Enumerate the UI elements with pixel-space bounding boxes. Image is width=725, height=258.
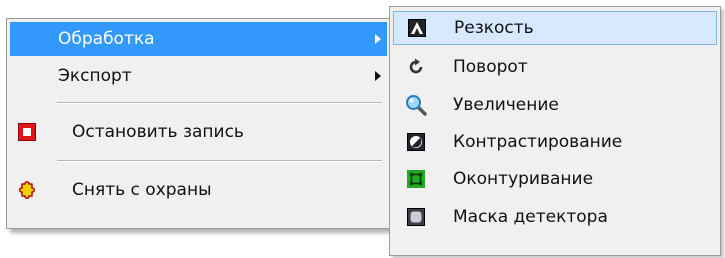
menu-separator <box>57 160 382 162</box>
menu-item-stop-recording-label: Остановить запись <box>72 122 244 142</box>
menu-item-export[interactable]: Экспорт <box>10 59 387 93</box>
submenu-item-rotate[interactable]: Поворот <box>393 49 717 85</box>
submenu-item-zoom-label: Увеличение <box>453 95 559 115</box>
submenu-item-contour-label: Оконтуривание <box>453 169 594 189</box>
submenu-item-sharpness-label: Резкость <box>454 18 534 38</box>
menu-item-stop-recording[interactable]: Остановить запись <box>10 112 387 152</box>
submenu-item-contrast[interactable]: Контрастирование <box>393 124 717 160</box>
stop-record-icon <box>16 121 38 143</box>
submenu-item-rotate-label: Поворот <box>453 57 528 77</box>
menu-item-export-label: Экспорт <box>58 66 132 86</box>
menu-separator <box>57 102 382 104</box>
submenu-item-contrast-label: Контрастирование <box>453 132 623 152</box>
submenu-item-zoom[interactable]: Увеличение <box>393 87 717 123</box>
contrast-icon <box>405 131 427 153</box>
processing-submenu: Резкость Поворот Увеличение Контрастиров… <box>389 6 721 256</box>
context-menu: Обработка Экспорт Остановить запись Снят… <box>6 18 391 229</box>
menu-item-processing[interactable]: Обработка <box>10 22 387 56</box>
submenu-arrow-icon <box>375 71 381 81</box>
menu-item-disarm[interactable]: Снять с охраны <box>10 170 387 210</box>
detector-mask-icon <box>405 206 427 228</box>
submenu-item-detector-mask[interactable]: Маска детектора <box>393 199 717 235</box>
submenu-item-contour[interactable]: Оконтуривание <box>393 161 717 197</box>
menu-item-disarm-label: Снять с охраны <box>72 180 212 200</box>
zoom-magnifier-icon <box>405 94 427 116</box>
contour-icon <box>405 168 427 190</box>
submenu-arrow-icon <box>375 34 381 44</box>
menu-item-processing-label: Обработка <box>58 29 155 49</box>
sharpness-icon <box>406 17 428 39</box>
disarm-puzzle-icon <box>16 179 38 201</box>
submenu-item-detector-mask-label: Маска детектора <box>453 207 608 227</box>
submenu-item-sharpness[interactable]: Резкость <box>393 11 717 45</box>
rotate-icon <box>405 56 427 78</box>
